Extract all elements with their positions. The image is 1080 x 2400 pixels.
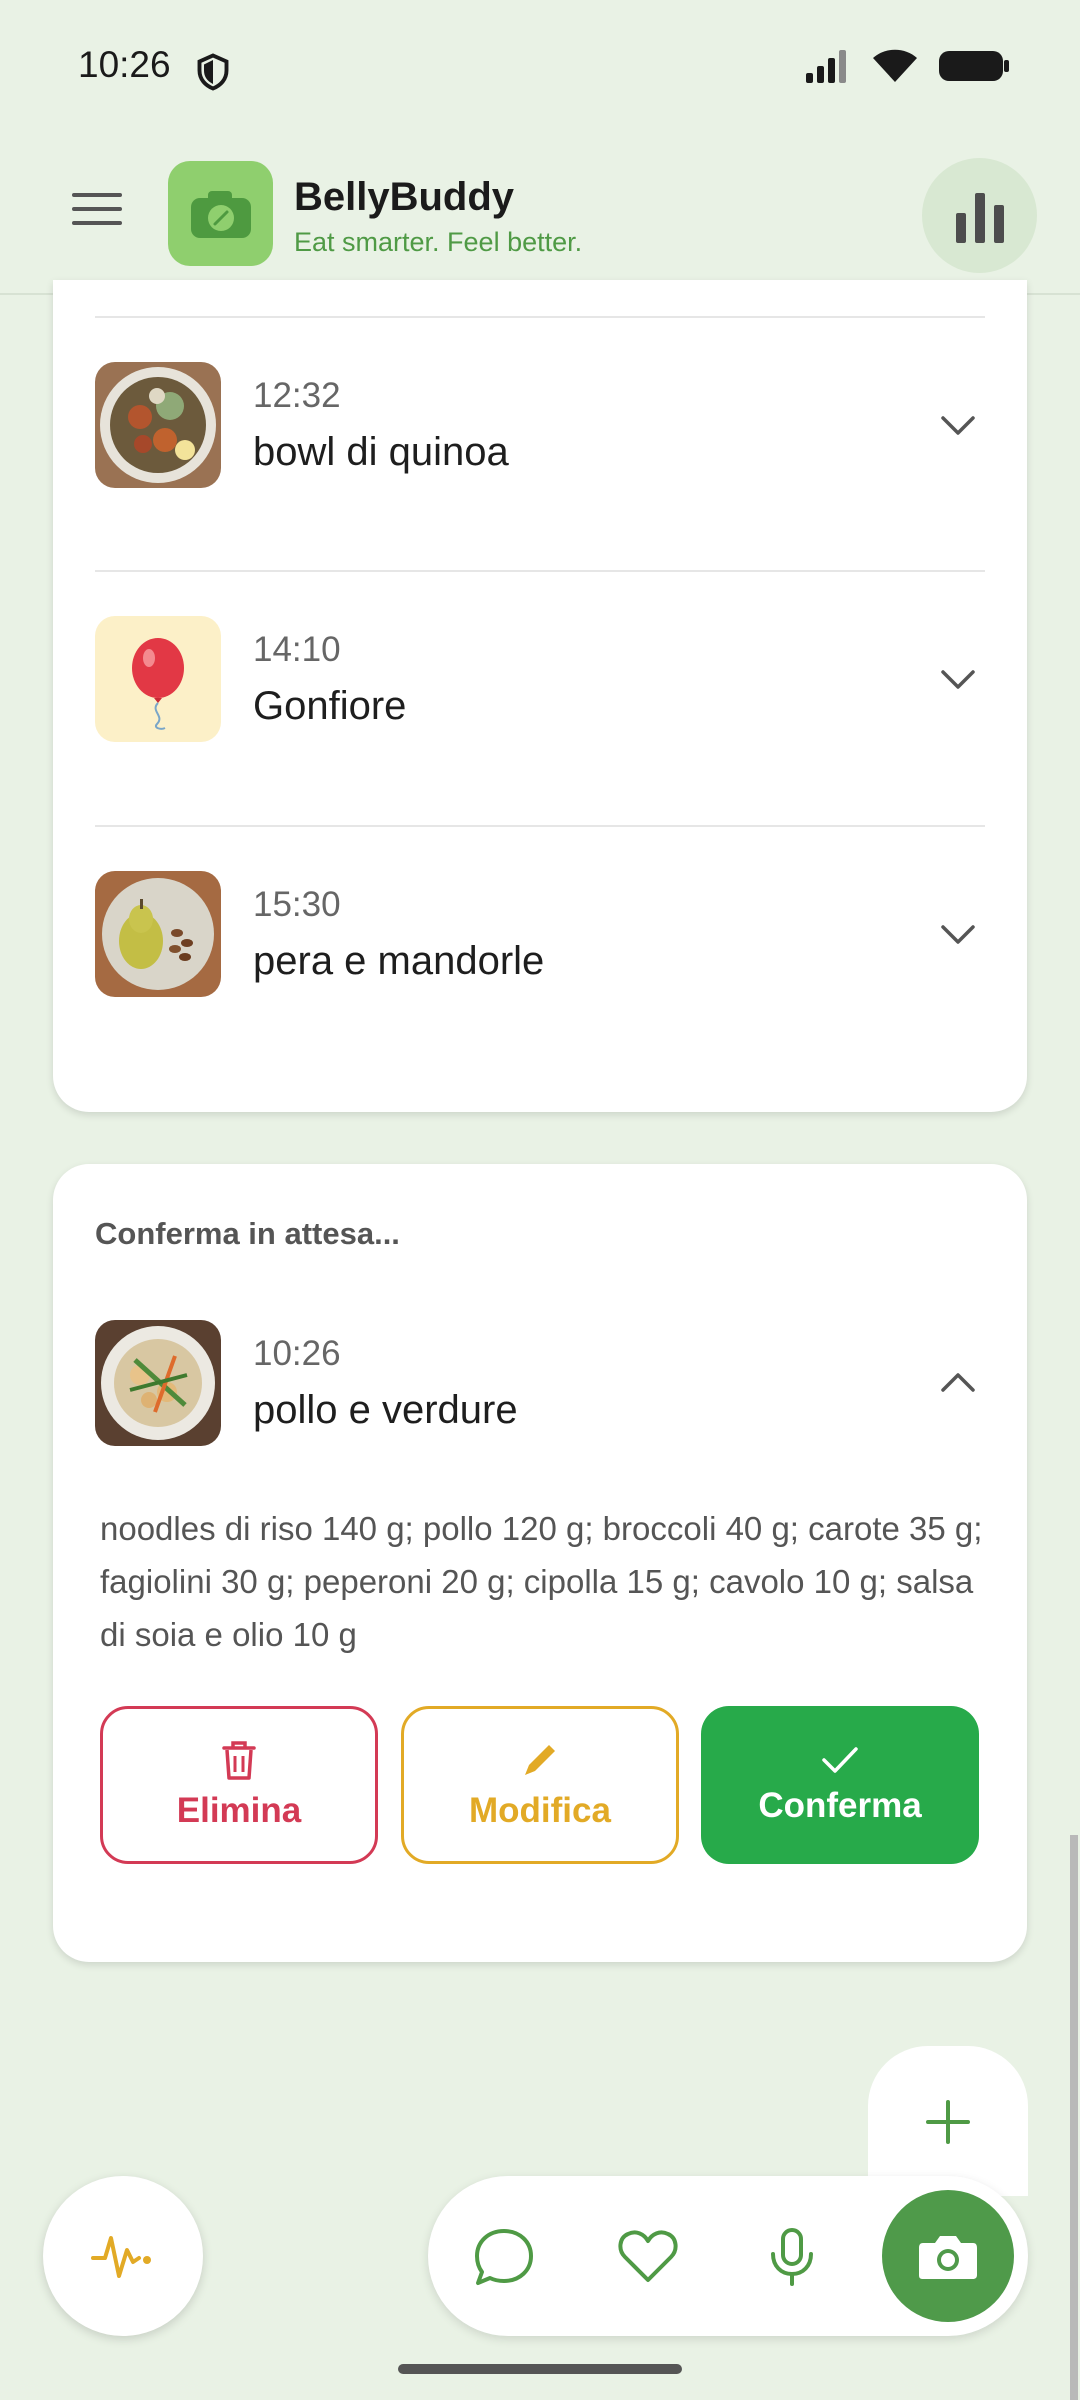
app-logo-camera-icon (168, 161, 273, 266)
trash-icon (222, 1741, 256, 1780)
pencil-icon (525, 1745, 555, 1775)
microphone-icon[interactable] (761, 2226, 823, 2288)
plus-icon (926, 2100, 970, 2144)
edit-button[interactable]: Modifica (401, 1706, 679, 1864)
status-time: 10:26 (78, 44, 171, 85)
pear-almonds-photo (95, 871, 221, 997)
edit-label: Modifica (469, 1791, 611, 1830)
divider (95, 570, 985, 572)
quinoa-bowl-photo (95, 362, 221, 488)
entry-time: 15:30 (253, 885, 341, 924)
chicken-vegetables-photo (95, 1320, 221, 1446)
confirm-label: Conferma (758, 1786, 922, 1825)
signal-icon (806, 50, 846, 83)
chat-icon[interactable] (473, 2226, 535, 2288)
chevron-down-icon[interactable] (937, 404, 979, 446)
shield-icon (197, 53, 229, 91)
checkmark-icon (822, 1747, 858, 1773)
chevron-down-icon[interactable] (937, 913, 979, 955)
pending-entry-row[interactable]: 10:26 pollo e verdure (95, 1300, 985, 1460)
heart-icon[interactable] (617, 2226, 679, 2288)
battery-icon (939, 51, 1009, 81)
entry-title: Gonfiore (253, 684, 407, 728)
entry-time: 10:26 (253, 1334, 341, 1373)
entry-row[interactable]: 14:10 Gonfiore (95, 596, 985, 756)
balloon-icon (95, 616, 221, 742)
divider (95, 825, 985, 827)
stats-button[interactable] (922, 158, 1037, 273)
delete-button[interactable]: Elimina (100, 1706, 378, 1864)
status-bar: 10:26 (0, 0, 1080, 135)
chevron-down-icon[interactable] (937, 658, 979, 700)
pending-card: Conferma in attesa... 10:26 pollo e verd… (53, 1164, 1027, 1962)
entry-time: 14:10 (253, 630, 341, 669)
add-button[interactable] (868, 2046, 1028, 2196)
home-indicator[interactable] (398, 2364, 682, 2374)
entry-row[interactable]: 15:30 pera e mandorle (95, 851, 985, 1011)
pending-description: noodles di riso 140 g; pollo 120 g; broc… (100, 1510, 983, 1653)
app-bar: BellyBuddy Eat smarter. Feel better. (0, 135, 1080, 295)
entry-title: pollo e verdure (253, 1388, 518, 1432)
wifi-icon (873, 49, 917, 82)
camera-button[interactable] (882, 2190, 1014, 2322)
app-title: BellyBuddy (294, 175, 515, 219)
entry-title: bowl di quinoa (253, 430, 509, 474)
chevron-up-icon[interactable] (937, 1362, 979, 1404)
camera-icon (919, 2236, 977, 2279)
bar-chart-icon (955, 192, 1004, 243)
entry-time: 12:32 (253, 376, 341, 415)
entry-row[interactable]: 12:32 bowl di quinoa (95, 342, 985, 502)
menu-button[interactable] (72, 193, 122, 233)
activity-button[interactable] (43, 2176, 203, 2336)
confirm-button[interactable]: Conferma (701, 1706, 979, 1864)
delete-label: Elimina (176, 1791, 302, 1830)
status-indicators (804, 48, 1010, 84)
scrollbar[interactable] (1070, 1835, 1078, 2400)
app-tagline: Eat smarter. Feel better. (294, 227, 583, 257)
divider (95, 316, 985, 318)
entries-card: 12:32 bowl di quinoa 14:10 Gonfiore 15:3… (53, 280, 1027, 1112)
entry-title: pera e mandorle (253, 939, 545, 983)
pulse-icon (91, 2236, 151, 2278)
pending-label: Conferma in attesa... (95, 1216, 400, 1251)
